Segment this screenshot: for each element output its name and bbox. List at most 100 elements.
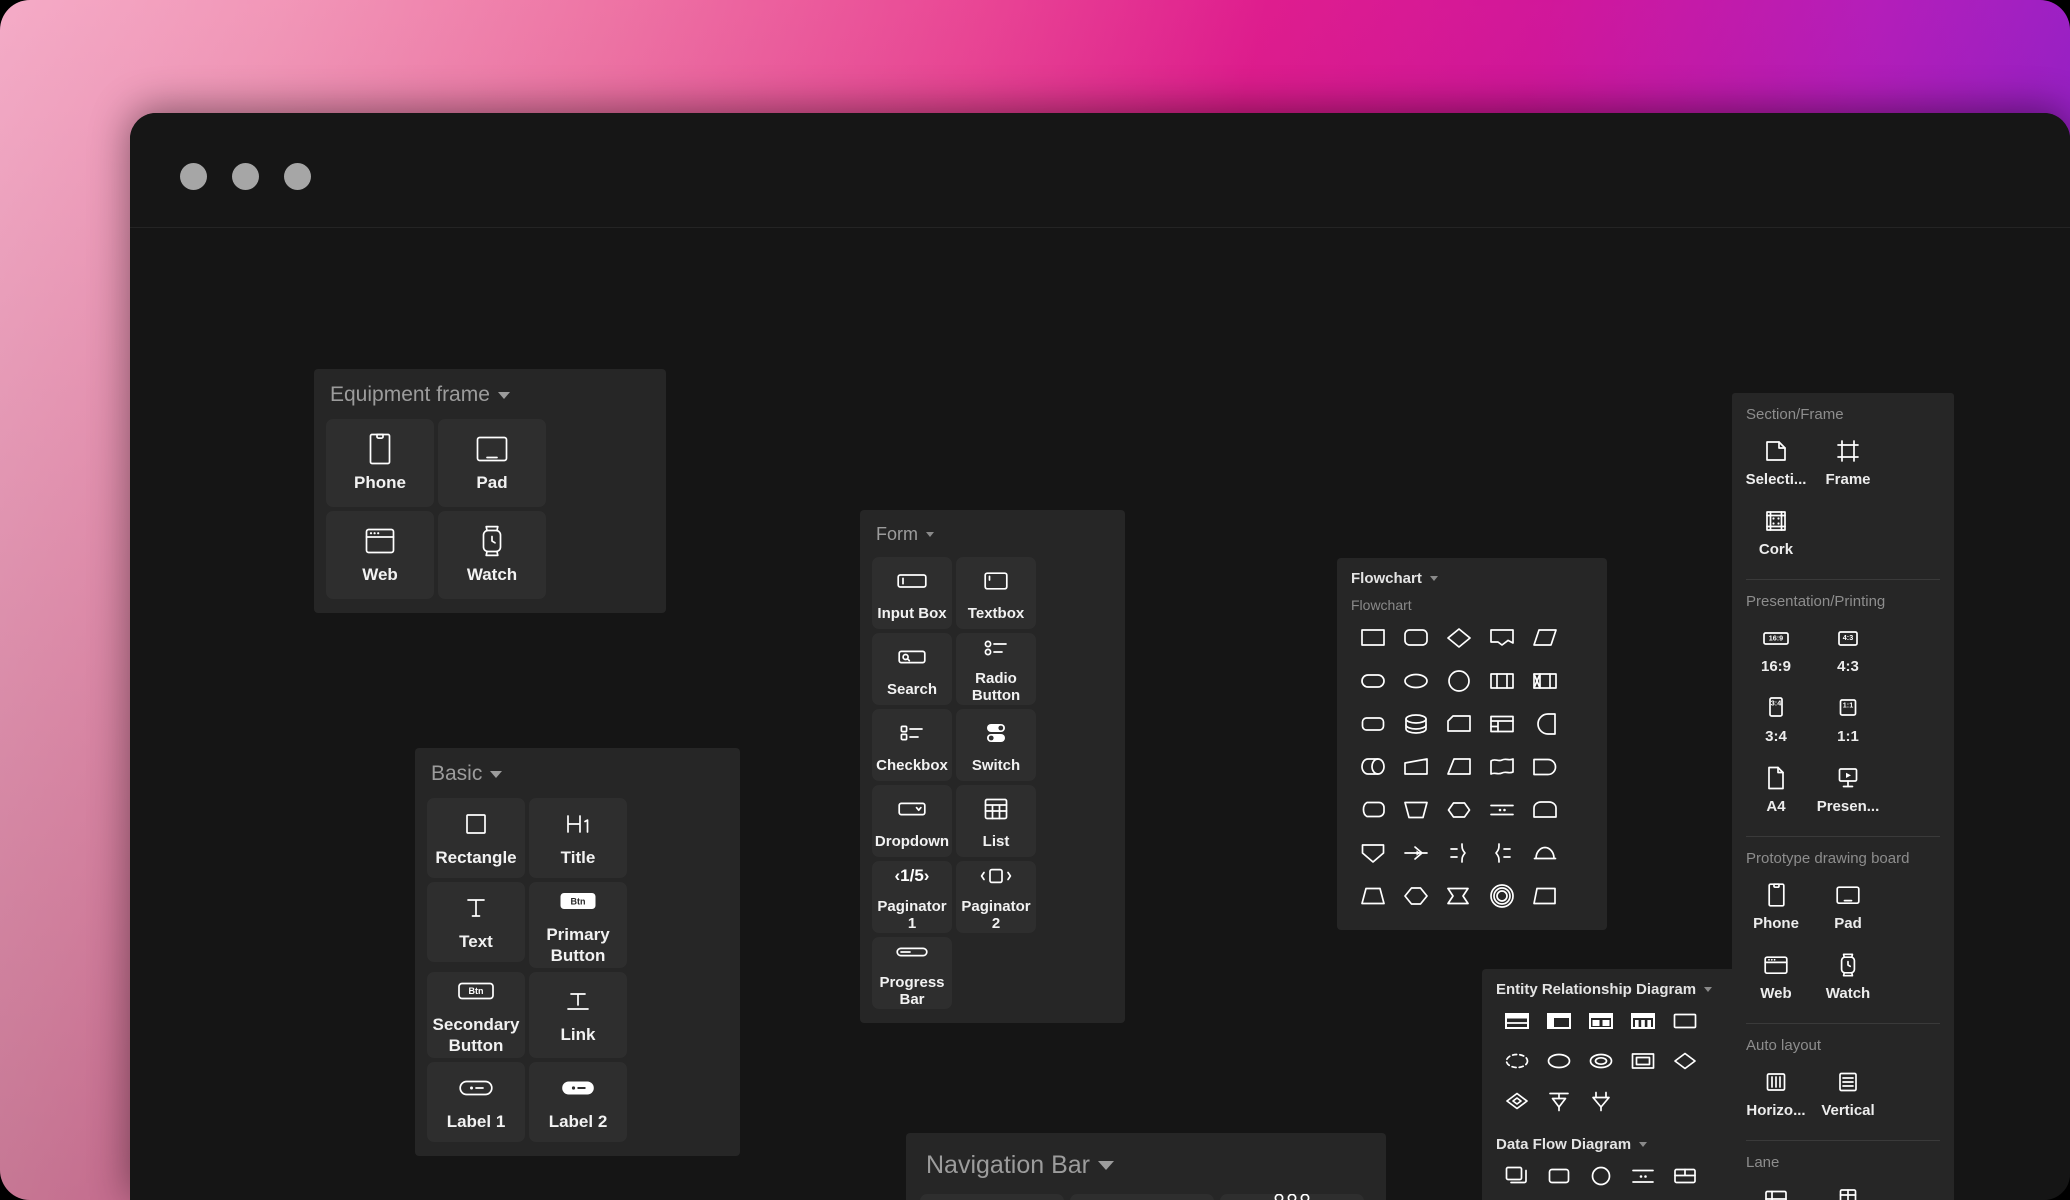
shape-right-brace[interactable]	[1437, 836, 1480, 869]
shape-left-brace[interactable]	[1480, 836, 1523, 869]
tile-title[interactable]: Title	[529, 798, 627, 878]
panel-entity-relationship-diagram[interactable]: Entity Relationship Diagram Data Flow Di…	[1482, 969, 1742, 1200]
canvas-area[interactable]: Equipment frame Phone Pad Web Watch Basi…	[130, 228, 2070, 1200]
sidebar-item-phone[interactable]: Phone	[1740, 877, 1812, 947]
right-sidebar[interactable]: Section/Frame Selecti... Frame Cork Pres…	[1732, 393, 1954, 1200]
sidebar-item-pad[interactable]: Pad	[1812, 877, 1884, 947]
panel-flowchart[interactable]: Flowchart Flowchart	[1337, 558, 1607, 930]
tile-progress-bar[interactable]: Progress Bar	[872, 937, 952, 1009]
sidebar-item-web[interactable]: Web	[1740, 947, 1812, 1017]
sidebar-item-frame[interactable]: Frame	[1812, 433, 1884, 503]
tile-vertical-navigation[interactable]: Vertical Navigation	[1070, 1194, 1214, 1200]
tile-list[interactable]: List	[956, 785, 1036, 857]
shape-tape-strip[interactable]	[1480, 793, 1523, 826]
shape-double-diamond[interactable]	[1496, 1086, 1538, 1116]
sidebar-item-selection[interactable]: Selecti...	[1740, 433, 1812, 503]
chevron-down-icon[interactable]	[1704, 987, 1713, 992]
tile-secondary-button[interactable]: Btn Secondary Button	[427, 972, 525, 1058]
shape-arrow-pentagon[interactable]	[1437, 879, 1480, 912]
shape-semicircle-dome[interactable]	[1523, 836, 1566, 869]
shape-rounded-rectangle[interactable]	[1394, 621, 1437, 654]
sidebar-item-watch[interactable]: Watch	[1812, 947, 1884, 1017]
shape-terminator[interactable]	[1351, 707, 1394, 740]
shape-shield-down[interactable]	[1351, 836, 1394, 869]
shape-predefined-process[interactable]	[1480, 664, 1523, 697]
shape-entity-three-column[interactable]	[1622, 1006, 1664, 1036]
shape-fork-down[interactable]	[1538, 1086, 1580, 1116]
panel-navigation-header[interactable]: Navigation Bar	[906, 1133, 1386, 1194]
shape-direct-access-storage[interactable]	[1351, 750, 1394, 783]
tile-checkbox[interactable]: Checkbox	[872, 709, 952, 781]
shape-display-round[interactable]	[1523, 707, 1566, 740]
shape-stored-data[interactable]	[1351, 793, 1394, 826]
shape-diamond[interactable]	[1664, 1046, 1706, 1076]
shape-circle[interactable]	[1580, 1161, 1622, 1191]
tile-switch[interactable]: Switch	[956, 709, 1036, 781]
shape-internal-storage[interactable]	[1523, 664, 1566, 697]
chevron-down-icon[interactable]	[1639, 1142, 1648, 1147]
panel-equipment-frame[interactable]: Equipment frame Phone Pad Web Watch	[314, 369, 666, 613]
shape-delay[interactable]	[1523, 750, 1566, 783]
shape-dashed-ellipse[interactable]	[1496, 1046, 1538, 1076]
tile-paginator-2[interactable]: Paginator 2	[956, 861, 1036, 933]
sidebar-item-auto-layout-vertical[interactable]: Vertical	[1812, 1064, 1884, 1134]
shape-concentric-circles[interactable]	[1480, 879, 1523, 912]
shape-split-box[interactable]	[1664, 1161, 1706, 1191]
tile-paginator-1[interactable]: ‹1/5› Paginator 1	[872, 861, 952, 933]
panel-erd-header[interactable]: Entity Relationship Diagram	[1482, 969, 1742, 1004]
minimize-button[interactable]	[232, 163, 259, 190]
shape-arrow-junction[interactable]	[1394, 836, 1437, 869]
sidebar-item-presentation[interactable]: Presen...	[1812, 760, 1884, 830]
tile-phone[interactable]: Phone	[326, 419, 434, 507]
panel-form-header[interactable]: Form	[860, 510, 1125, 557]
close-button[interactable]	[180, 163, 207, 190]
shape-database-cylinder[interactable]	[1394, 707, 1437, 740]
sidebar-item-cork[interactable]: Cork	[1740, 503, 1812, 573]
chevron-down-icon[interactable]	[926, 532, 934, 537]
sidebar-item-auto-layout-horizontal[interactable]: Horizo...	[1740, 1064, 1812, 1134]
shape-entity-table-header[interactable]	[1496, 1006, 1538, 1036]
panel-navigation-bar[interactable]: Navigation Bar Horizontal Navigation	[906, 1133, 1386, 1200]
shape-framed-rectangle[interactable]	[1622, 1046, 1664, 1076]
shape-manual-input-trapezoid[interactable]	[1394, 793, 1437, 826]
chevron-down-icon[interactable]	[1429, 576, 1438, 581]
shape-open-store[interactable]	[1622, 1161, 1664, 1191]
tile-mobile-navigation-bar[interactable]: Mobile Navigation Bar	[1220, 1194, 1364, 1200]
shape-ellipse-flat[interactable]	[1394, 664, 1437, 697]
shape-manual-operation[interactable]	[1437, 750, 1480, 783]
sidebar-item-lane-vertical[interactable]: Vertica...	[1812, 1181, 1884, 1200]
shape-entity-two-column[interactable]	[1580, 1006, 1622, 1036]
tile-link[interactable]: Link	[529, 972, 627, 1058]
shape-process-rectangle[interactable]	[1351, 621, 1394, 654]
tile-horizontal-navigation[interactable]: Horizontal Navigation	[920, 1194, 1064, 1200]
shape-double-ellipse[interactable]	[1580, 1046, 1622, 1076]
tile-label-2[interactable]: Label 2	[529, 1062, 627, 1142]
sidebar-item-ratio-1-1[interactable]: 1:1 1:1	[1812, 690, 1884, 760]
tile-dropdown[interactable]: Dropdown	[872, 785, 952, 857]
tile-input-box[interactable]: Input Box	[872, 557, 952, 629]
shape-document-flag[interactable]	[1480, 621, 1523, 654]
sidebar-item-lane-horizontal[interactable]: Horizo...	[1740, 1181, 1812, 1200]
sidebar-item-a4[interactable]: A4	[1740, 760, 1812, 830]
shape-hexagon[interactable]	[1394, 879, 1437, 912]
shape-trapezoid-slanted[interactable]	[1394, 750, 1437, 783]
shape-rounded-box[interactable]	[1538, 1161, 1580, 1191]
sidebar-item-ratio-3-4[interactable]: 3:4 3:4	[1740, 690, 1812, 760]
shape-stacked-rectangles[interactable]	[1496, 1161, 1538, 1191]
tile-primary-button[interactable]: Btn Primary Button	[529, 882, 627, 968]
tile-radio-button[interactable]: Radio Button	[956, 633, 1036, 705]
shape-entity-plain-box[interactable]	[1664, 1006, 1706, 1036]
shape-hexagon-prepare[interactable]	[1437, 793, 1480, 826]
shape-ellipse[interactable]	[1538, 1046, 1580, 1076]
panel-basic-header[interactable]: Basic	[415, 748, 740, 798]
shape-dome-top[interactable]	[1523, 793, 1566, 826]
shape-ellipse-wide[interactable]	[1351, 664, 1394, 697]
shape-card[interactable]	[1437, 707, 1480, 740]
shape-entity-left-column[interactable]	[1538, 1006, 1580, 1036]
shape-circle[interactable]	[1437, 664, 1480, 697]
shape-parallelogram[interactable]	[1523, 621, 1566, 654]
sidebar-item-ratio-4-3[interactable]: 4:3 4:3	[1812, 620, 1884, 690]
tile-web[interactable]: Web	[326, 511, 434, 599]
panel-dfd-header[interactable]: Data Flow Diagram	[1482, 1122, 1742, 1159]
panel-form[interactable]: Form Input Box Textbox Search Radio Butt…	[860, 510, 1125, 1023]
